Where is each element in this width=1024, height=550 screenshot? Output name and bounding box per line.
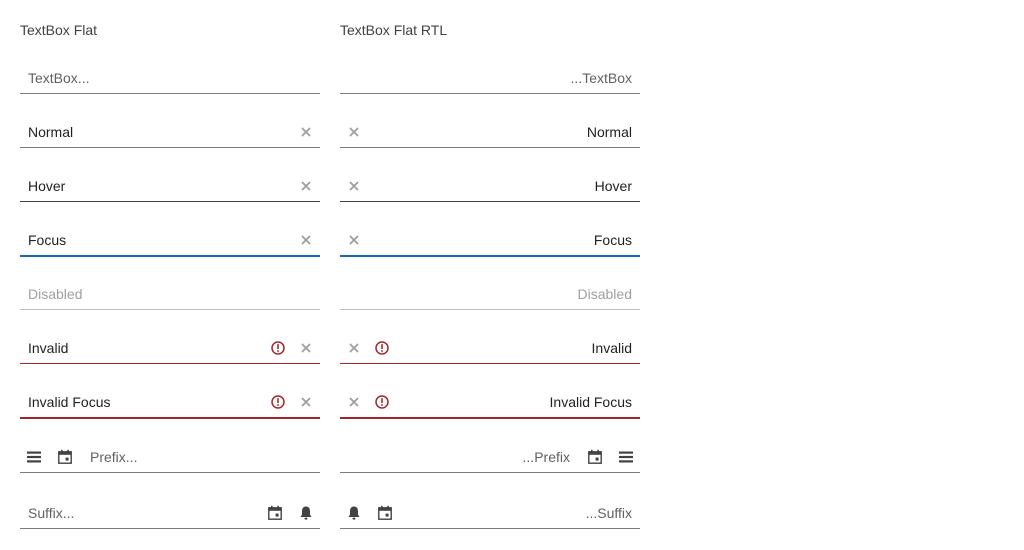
textbox-suffix[interactable]: ...Suffix <box>340 498 640 529</box>
textbox-placeholder-text: Suffix... <box>28 505 75 521</box>
menu-icon[interactable] <box>26 449 42 465</box>
calendar-icon[interactable] <box>267 505 283 521</box>
textbox-value: Invalid <box>591 340 632 356</box>
close-icon[interactable] <box>298 394 314 410</box>
textbox-invalid[interactable]: Invalid <box>20 333 320 364</box>
textbox-placeholder[interactable]: ...TextBox <box>340 63 640 94</box>
close-icon[interactable] <box>298 178 314 194</box>
textbox-placeholder-text: ...Suffix <box>585 505 632 521</box>
textbox-normal[interactable]: Normal <box>340 117 640 148</box>
close-icon[interactable] <box>298 340 314 356</box>
exclamation-circle-icon <box>374 340 390 356</box>
textbox-value: Focus <box>28 232 67 248</box>
textbox-disabled: Disabled <box>20 279 320 310</box>
bell-icon[interactable] <box>346 505 362 521</box>
textbox-invalid-focus[interactable]: Invalid Focus <box>340 387 640 419</box>
close-icon[interactable] <box>298 124 314 140</box>
textbox-hover[interactable]: Hover <box>20 171 320 202</box>
textbox-placeholder-text: Disabled <box>28 286 83 302</box>
textbox-value: Normal <box>28 124 74 140</box>
textbox-placeholder-text: ...TextBox <box>570 70 632 86</box>
textbox-invalid-focus[interactable]: Invalid Focus <box>20 387 320 419</box>
close-icon[interactable] <box>346 394 362 410</box>
close-icon[interactable] <box>346 124 362 140</box>
textbox-placeholder-text: TextBox... <box>28 70 90 86</box>
column-title: TextBox Flat <box>20 22 98 38</box>
textbox-value: Invalid <box>28 340 69 356</box>
close-icon[interactable] <box>346 178 362 194</box>
textbox-value: Invalid Focus <box>549 394 632 410</box>
textbox-normal[interactable]: Normal <box>20 117 320 148</box>
textbox-value: Invalid Focus <box>28 394 111 410</box>
exclamation-circle-icon <box>374 394 390 410</box>
textbox-value: Normal <box>586 124 632 140</box>
column-title: TextBox Flat RTL <box>340 22 448 38</box>
calendar-icon[interactable] <box>587 449 603 465</box>
textbox-placeholder-text: ...Prefix <box>522 449 570 465</box>
exclamation-circle-icon <box>270 394 286 410</box>
textbox-value: Focus <box>593 232 632 248</box>
textbox-placeholder[interactable]: TextBox... <box>20 63 320 94</box>
close-icon[interactable] <box>346 340 362 356</box>
textbox-focus[interactable]: Focus <box>20 225 320 257</box>
textbox-placeholder-text: Prefix... <box>90 449 138 465</box>
textbox-hover[interactable]: Hover <box>340 171 640 202</box>
textbox-value: Hover <box>594 178 632 194</box>
calendar-icon[interactable] <box>377 505 393 521</box>
textbox-prefix[interactable]: ...Prefix <box>340 442 640 473</box>
textbox-focus[interactable]: Focus <box>340 225 640 257</box>
textbox-value: Hover <box>28 178 66 194</box>
textbox-invalid[interactable]: Invalid <box>340 333 640 364</box>
exclamation-circle-icon <box>270 340 286 356</box>
calendar-icon[interactable] <box>57 449 73 465</box>
textbox-placeholder-text: Disabled <box>577 286 632 302</box>
bell-icon[interactable] <box>298 505 314 521</box>
textbox-suffix[interactable]: Suffix... <box>20 498 320 529</box>
textbox-prefix[interactable]: Prefix... <box>20 442 320 473</box>
close-icon[interactable] <box>298 232 314 248</box>
textbox-disabled: Disabled <box>340 279 640 310</box>
close-icon[interactable] <box>346 232 362 248</box>
menu-icon[interactable] <box>618 449 634 465</box>
